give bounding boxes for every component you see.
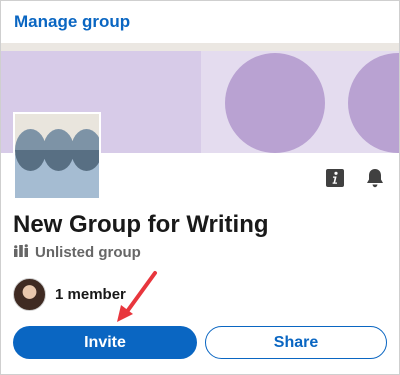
info-icon[interactable] (324, 167, 346, 189)
bell-icon[interactable] (364, 167, 386, 189)
top-bar: Manage group (1, 1, 399, 43)
section-divider (1, 43, 399, 51)
member-summary[interactable]: 1 member (13, 278, 126, 311)
share-button-label: Share (273, 333, 319, 351)
group-type: Unlisted group (13, 243, 141, 262)
group-logo (13, 112, 101, 200)
banner-circle-2 (348, 53, 399, 153)
logo-shape-1 (15, 129, 46, 171)
manage-group-link[interactable]: Manage group (14, 12, 130, 32)
banner-circle-1 (225, 53, 325, 153)
group-page: Manage group New Group for Writing Unlis… (0, 0, 400, 375)
logo-shape-2 (43, 129, 74, 171)
group-title: New Group for Writing (13, 211, 269, 238)
logo-shape-3 (71, 129, 99, 171)
share-button[interactable]: Share (205, 326, 387, 359)
invite-button[interactable]: Invite (13, 326, 197, 359)
avatar (13, 278, 46, 311)
invite-button-label: Invite (84, 333, 126, 351)
group-type-label: Unlisted group (35, 244, 141, 261)
members-icon (13, 243, 29, 262)
annotation-arrow (117, 271, 157, 322)
